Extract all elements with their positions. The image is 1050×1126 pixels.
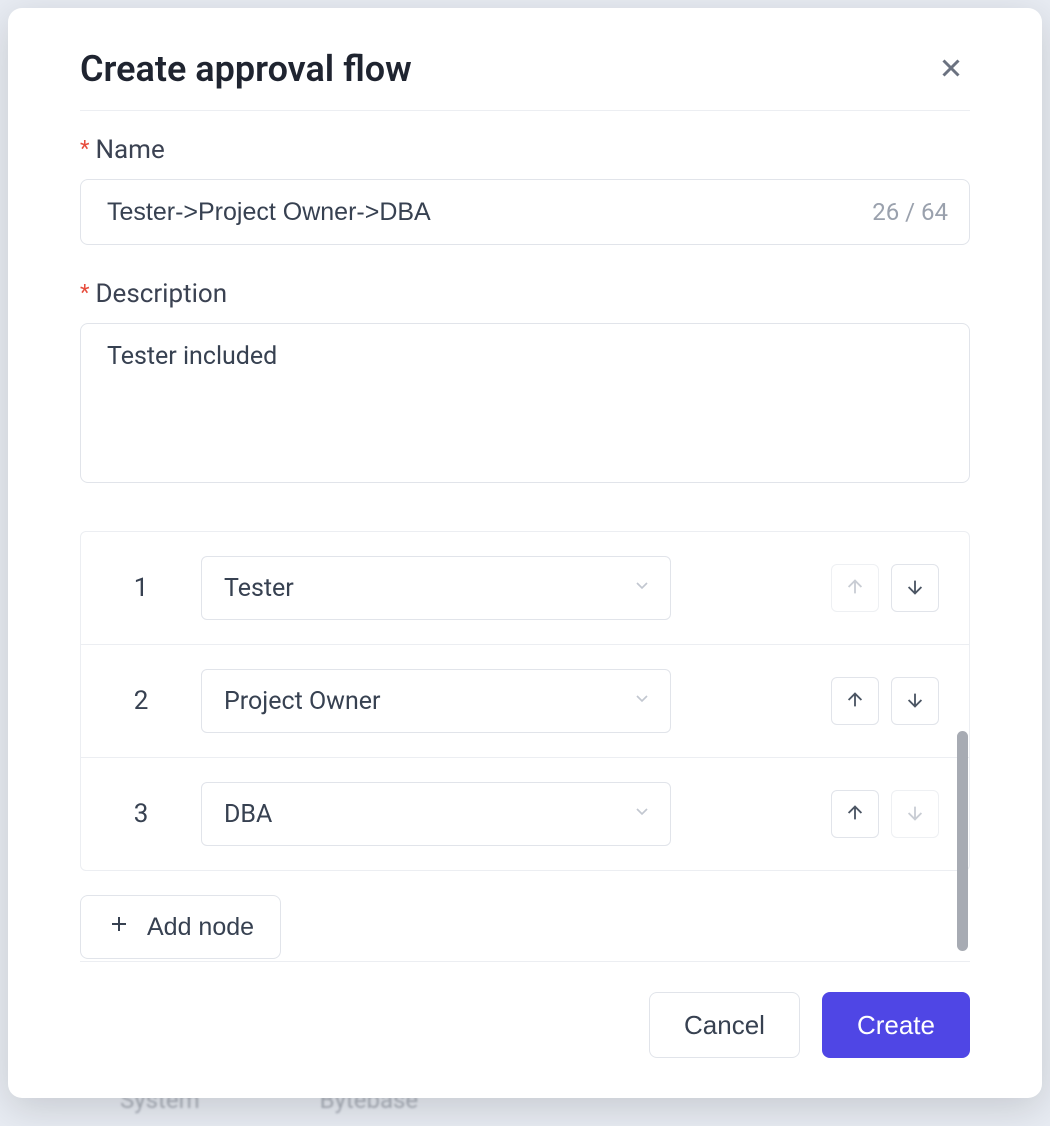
modal-footer: Cancel Create (80, 961, 970, 1058)
name-label: *Name (80, 135, 970, 165)
name-input-wrap: 26 / 64 (80, 179, 970, 245)
chevron-down-icon (632, 574, 652, 603)
name-char-count: 26 / 64 (872, 198, 948, 226)
step-row: 3 DBA (81, 758, 969, 870)
reorder-controls (831, 564, 939, 612)
move-up-button (831, 564, 879, 612)
close-icon (936, 71, 966, 86)
move-up-button[interactable] (831, 790, 879, 838)
create-button[interactable]: Create (822, 992, 970, 1058)
move-up-button[interactable] (831, 677, 879, 725)
step-index: 3 (111, 799, 171, 829)
reorder-controls (831, 677, 939, 725)
role-select-value: DBA (224, 800, 272, 829)
step-row: 1 Tester (81, 532, 969, 645)
required-star-icon: * (80, 137, 89, 162)
role-select[interactable]: DBA (201, 782, 671, 846)
chevron-down-icon (632, 687, 652, 716)
create-approval-flow-modal: Create approval flow *Name 26 / 64 *Desc… (8, 8, 1042, 1098)
close-button[interactable] (932, 49, 970, 90)
step-index: 1 (111, 573, 171, 603)
chevron-down-icon (632, 800, 652, 829)
modal-title: Create approval flow (80, 48, 412, 90)
description-input[interactable] (80, 323, 970, 483)
role-select-value: Tester (224, 574, 294, 603)
steps-list: 1 Tester 2 (80, 531, 970, 871)
description-wrap (80, 323, 970, 487)
add-node-label: Add node (147, 913, 254, 942)
add-node-button[interactable]: Add node (80, 895, 281, 959)
step-row: 2 Project Owner (81, 645, 969, 758)
required-star-icon: * (80, 281, 89, 306)
step-index: 2 (111, 686, 171, 716)
role-select-value: Project Owner (224, 687, 380, 716)
arrow-up-icon (844, 802, 866, 827)
reorder-controls (831, 790, 939, 838)
plus-icon (107, 912, 131, 943)
move-down-button[interactable] (891, 564, 939, 612)
name-input[interactable] (80, 179, 970, 245)
role-select[interactable]: Tester (201, 556, 671, 620)
arrow-down-icon (904, 802, 926, 827)
role-select[interactable]: Project Owner (201, 669, 671, 733)
modal-body: *Name 26 / 64 *Description 1 Tester (80, 111, 970, 961)
arrow-up-icon (844, 576, 866, 601)
arrow-down-icon (904, 576, 926, 601)
scrollbar-thumb[interactable] (957, 731, 968, 951)
modal-header: Create approval flow (80, 48, 970, 111)
arrow-up-icon (844, 689, 866, 714)
move-down-button[interactable] (891, 677, 939, 725)
cancel-button[interactable]: Cancel (649, 992, 800, 1058)
arrow-down-icon (904, 689, 926, 714)
description-label: *Description (80, 279, 970, 309)
move-down-button (891, 790, 939, 838)
